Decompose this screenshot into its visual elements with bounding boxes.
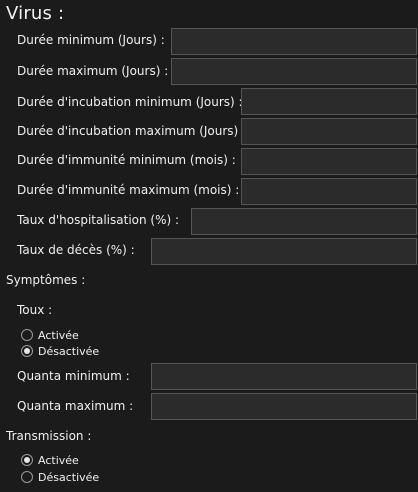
virus-title: Virus : [6,3,65,24]
immunite-max-input[interactable] [241,178,417,205]
transmission-off-label[interactable]: Désactivée [38,471,99,484]
immunite-max-label: Durée d'immunité maximum (mois) : [17,183,240,197]
radio-checked-icon[interactable] [21,345,33,357]
duree-max-input[interactable] [171,58,417,85]
quanta-min-label: Quanta minimum : [17,369,130,383]
hospitalisation-label: Taux d'hospitalisation (%) : [17,213,180,227]
duree-min-input[interactable] [171,28,417,55]
immunite-min-input[interactable] [241,148,417,175]
hospitalisation-input[interactable] [191,208,417,235]
incubation-min-label: Durée d'incubation minimum (Jours) : [17,95,243,109]
toux-off-label[interactable]: Désactivée [38,345,99,358]
quanta-max-input[interactable] [151,393,417,420]
duree-max-label: Durée maximum (Jours) : [17,64,169,78]
symptomes-title: Symptômes : [6,273,86,287]
incubation-max-input[interactable] [241,118,417,145]
incubation-min-input[interactable] [241,88,417,115]
radio-checked-icon[interactable] [21,454,33,466]
toux-on-label[interactable]: Activée [38,329,79,342]
duree-min-label: Durée minimum (Jours) : [17,33,165,47]
quanta-max-label: Quanta maximum : [17,399,134,413]
immunite-min-label: Durée d'immunité minimum (mois) : [17,153,236,167]
incubation-max-label: Durée d'incubation maximum (Jours) : [17,124,247,138]
deces-input[interactable] [151,238,417,265]
deces-label: Taux de décès (%) : [17,243,135,257]
transmission-title: Transmission : [6,429,92,443]
quanta-min-input[interactable] [151,363,417,390]
radio-circle-icon[interactable] [21,329,33,341]
transmission-on-label[interactable]: Activée [38,454,79,467]
radio-circle-icon[interactable] [21,471,33,483]
toux-label: Toux : [17,303,53,317]
